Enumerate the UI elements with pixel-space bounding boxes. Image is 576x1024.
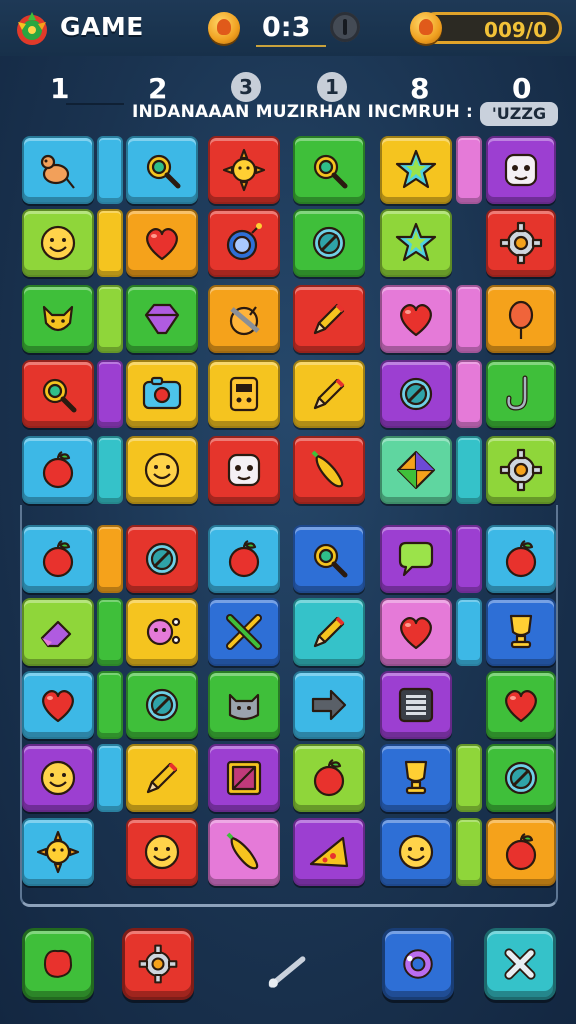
magnifier-icon bbox=[146, 154, 181, 189]
board-tile[interactable] bbox=[293, 360, 365, 428]
board-tile[interactable] bbox=[126, 136, 198, 204]
board-tile[interactable] bbox=[126, 209, 198, 277]
tile-separator bbox=[97, 209, 123, 277]
bomb-icon bbox=[226, 223, 262, 261]
pause-button[interactable] bbox=[330, 12, 360, 42]
counter-1: 1 bbox=[50, 72, 70, 105]
board-tile[interactable] bbox=[380, 209, 452, 277]
counter-6: 0 bbox=[512, 72, 532, 105]
pencil-icon bbox=[313, 303, 345, 335]
close-icon bbox=[504, 948, 536, 980]
face-icon bbox=[227, 453, 261, 487]
board-tile[interactable] bbox=[486, 436, 556, 504]
mouse-icon bbox=[40, 154, 75, 189]
board-tile[interactable] bbox=[486, 285, 556, 353]
smiley-icon bbox=[144, 452, 180, 488]
tile-separator bbox=[456, 360, 482, 428]
counter-3: 3 bbox=[231, 72, 261, 102]
board-tile[interactable] bbox=[126, 285, 198, 353]
tile-separator bbox=[97, 436, 123, 504]
tile-separator bbox=[456, 136, 482, 204]
level-subtitle: INDANAAAN MUZIRHAN INCMRUH : bbox=[132, 102, 474, 122]
board-tile[interactable] bbox=[208, 285, 280, 353]
board-tile[interactable] bbox=[208, 360, 280, 428]
board-tile[interactable] bbox=[486, 360, 556, 428]
board-tile[interactable] bbox=[486, 209, 556, 277]
board-tile[interactable] bbox=[126, 436, 198, 504]
swap-button[interactable] bbox=[382, 928, 454, 1000]
heart-icon bbox=[400, 304, 432, 337]
board-tile[interactable] bbox=[22, 360, 94, 428]
board-tile[interactable] bbox=[380, 285, 452, 353]
smiley-icon bbox=[40, 225, 76, 261]
star-icon bbox=[395, 149, 437, 189]
robot-icon bbox=[229, 376, 259, 412]
pencil-icon bbox=[313, 378, 345, 410]
board-tile[interactable] bbox=[22, 136, 94, 204]
blob-icon bbox=[43, 949, 73, 978]
board-tile[interactable] bbox=[293, 209, 365, 277]
fox-icon bbox=[42, 305, 74, 332]
camera-icon bbox=[142, 376, 182, 410]
gear-icon bbox=[499, 221, 543, 265]
magnifier-icon bbox=[42, 378, 77, 413]
helmet-icon bbox=[229, 306, 260, 336]
tile-separator bbox=[456, 285, 482, 353]
board-tile[interactable] bbox=[486, 136, 556, 204]
gear-button[interactable] bbox=[122, 928, 194, 1000]
board-tile[interactable] bbox=[380, 360, 452, 428]
board-tile[interactable] bbox=[380, 436, 452, 504]
ring-icon bbox=[399, 377, 433, 411]
board-tile[interactable] bbox=[293, 285, 365, 353]
hook-icon bbox=[506, 375, 528, 411]
game-logo-icon bbox=[17, 12, 47, 45]
pepper-icon bbox=[311, 450, 344, 488]
timer-underline bbox=[256, 45, 326, 47]
sun-icon bbox=[222, 148, 266, 192]
gear-icon bbox=[138, 944, 178, 984]
counter-2: 2 bbox=[148, 72, 168, 105]
counter-4: 1 bbox=[317, 72, 347, 102]
timer: 0:3 bbox=[246, 8, 328, 48]
gear-icon bbox=[499, 448, 543, 492]
puzzle-badge: 'UZZG bbox=[480, 102, 558, 126]
tile-separator bbox=[97, 285, 123, 353]
counter-underline bbox=[66, 103, 124, 105]
top-bar: GAME 0:3 009/0 bbox=[0, 0, 576, 56]
wand-icon[interactable] bbox=[262, 950, 314, 994]
board-tile[interactable] bbox=[126, 360, 198, 428]
balloon-icon bbox=[508, 300, 534, 339]
timer-value: 0:3 bbox=[262, 12, 311, 43]
face-icon bbox=[504, 153, 538, 187]
gem-icon bbox=[144, 303, 180, 335]
timer-coin-icon bbox=[208, 12, 240, 44]
board-tile[interactable] bbox=[293, 136, 365, 204]
tile-separator bbox=[97, 136, 123, 204]
board-tile[interactable] bbox=[208, 209, 280, 277]
board-tile[interactable] bbox=[293, 436, 365, 504]
score-coin-icon bbox=[410, 12, 442, 44]
swap-icon bbox=[403, 949, 433, 979]
ring-icon bbox=[312, 226, 346, 260]
board-tile[interactable] bbox=[22, 209, 94, 277]
board-tile[interactable] bbox=[208, 136, 280, 204]
tile-separator bbox=[456, 436, 482, 504]
heart-icon bbox=[146, 228, 178, 261]
game-title: GAME bbox=[60, 12, 144, 41]
apple-icon bbox=[42, 451, 74, 489]
board-tile[interactable] bbox=[208, 436, 280, 504]
star-icon bbox=[395, 222, 437, 262]
blob-button[interactable] bbox=[22, 928, 94, 1000]
magnifier-icon bbox=[313, 154, 348, 189]
tile-separator bbox=[97, 360, 123, 428]
board-frame bbox=[20, 505, 558, 907]
board-tile[interactable] bbox=[22, 436, 94, 504]
close-button[interactable] bbox=[484, 928, 556, 1000]
board-tile[interactable] bbox=[22, 285, 94, 353]
counter-5: 8 bbox=[410, 72, 430, 105]
board-tile[interactable] bbox=[380, 136, 452, 204]
diamond-icon bbox=[396, 450, 436, 490]
score-value: 009/0 bbox=[484, 18, 547, 42]
